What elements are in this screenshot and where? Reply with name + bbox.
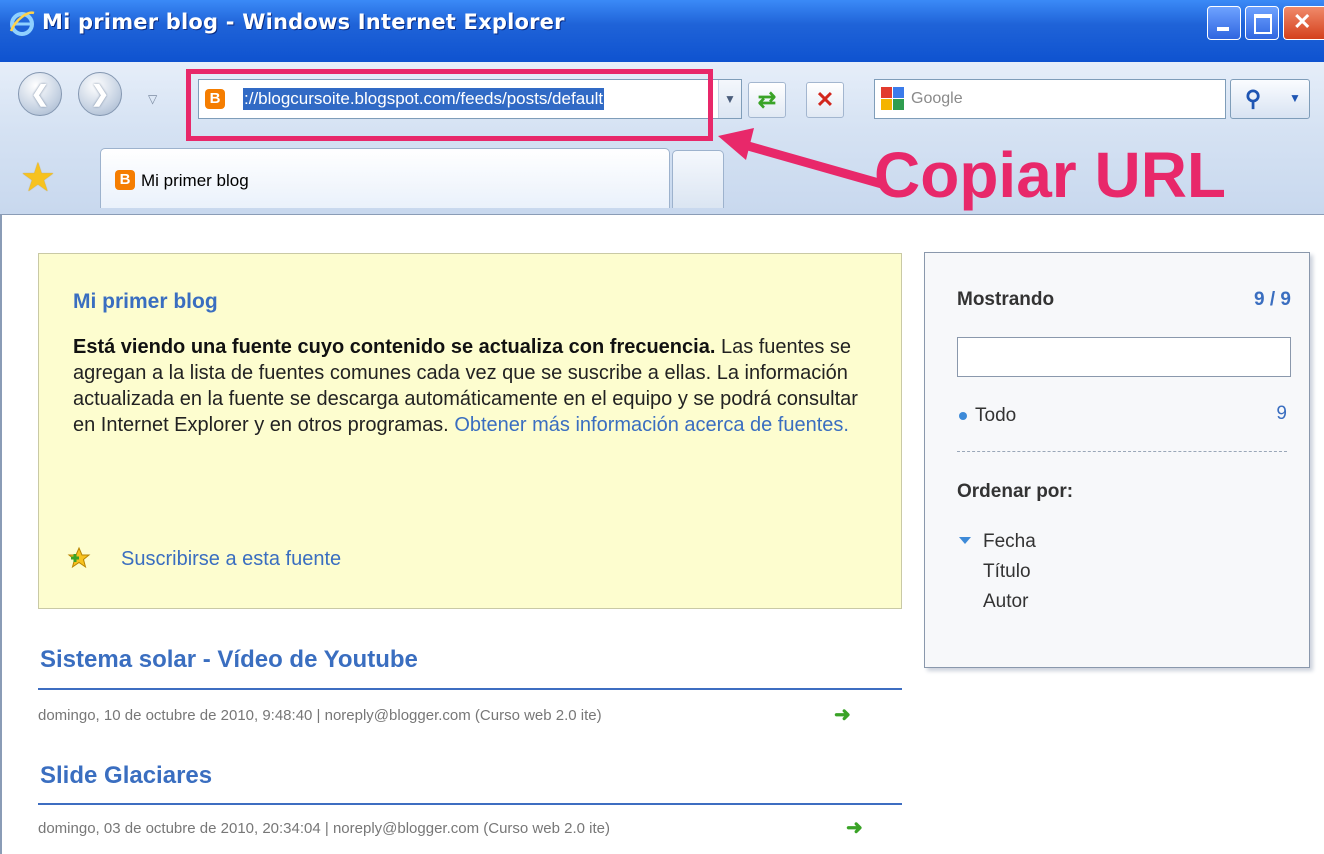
search-button[interactable]: ⚲ ▼	[1230, 79, 1310, 119]
more-info-link[interactable]: Obtener más información acerca de fuente…	[454, 414, 849, 436]
window-title: Mi primer blog - Windows Internet Explor…	[42, 10, 565, 34]
feed-description: Está viendo una fuente cuyo contenido se…	[73, 334, 883, 438]
chevron-down-icon[interactable]: ▼	[718, 80, 741, 118]
sort-by-date[interactable]: Fecha	[983, 531, 1036, 553]
post-divider	[38, 688, 902, 690]
close-window-button[interactable]	[1283, 6, 1324, 40]
url-highlight-box	[186, 69, 713, 141]
filter-all-count: 9	[1276, 403, 1287, 424]
feed-filter-panel: Mostrando 9 / 9 Todo 9 Ordenar por: Fech…	[924, 252, 1310, 668]
refresh-button[interactable]: ⇄	[748, 82, 786, 118]
divider	[957, 451, 1287, 452]
recent-pages-dropdown[interactable]: ▽	[148, 92, 157, 106]
filter-all-link[interactable]: Todo	[975, 405, 1016, 427]
bullet-icon	[959, 412, 967, 420]
stop-button[interactable]: ✕	[806, 82, 844, 118]
search-input[interactable]: Google	[874, 79, 1226, 119]
subscribe-link[interactable]: Suscribirse a esta fuente	[121, 548, 341, 571]
post-meta: domingo, 10 de octubre de 2010, 9:48:40 …	[38, 707, 602, 724]
post-title[interactable]: Slide Glaciares	[40, 762, 212, 790]
showing-count: 9 / 9	[1254, 289, 1291, 310]
post-divider	[38, 803, 902, 805]
arrow-right-icon: ❯	[90, 81, 110, 106]
post-meta: domingo, 03 de octubre de 2010, 20:34:04…	[38, 820, 610, 837]
feed-title: Mi primer blog	[73, 290, 218, 313]
blogger-icon: B	[115, 170, 135, 190]
filter-search-input[interactable]	[957, 337, 1291, 377]
back-button[interactable]: ❮	[18, 72, 62, 116]
annotation-arrow-icon	[718, 128, 887, 189]
subscribe-feed-icon	[67, 546, 91, 569]
favorites-star-icon[interactable]: ★	[20, 158, 56, 198]
minimize-button[interactable]	[1207, 6, 1241, 40]
window-title-bar[interactable]: Mi primer blog - Windows Internet Explor…	[0, 0, 1324, 70]
google-icon	[881, 87, 905, 111]
arrow-left-icon: ❮	[30, 81, 50, 106]
forward-button[interactable]: ❯	[78, 72, 122, 116]
copy-url-annotation: Copiar URL	[874, 139, 1226, 211]
search-placeholder: Google	[911, 90, 963, 107]
chevron-down-icon[interactable]: ▼	[1289, 91, 1301, 105]
go-arrow-icon[interactable]: ➜	[834, 702, 851, 727]
feed-description-bold: Está viendo una fuente cuyo contenido se…	[73, 336, 716, 358]
maximize-button[interactable]	[1245, 6, 1279, 40]
search-icon: ⚲	[1245, 86, 1262, 111]
post-title[interactable]: Sistema solar - Vídeo de Youtube	[40, 646, 418, 674]
internet-explorer-icon	[9, 11, 35, 36]
sort-by-author[interactable]: Autor	[983, 591, 1028, 613]
sort-heading: Ordenar por:	[957, 481, 1074, 502]
tab-label: Mi primer blog	[141, 171, 249, 190]
tab-mi-primer-blog[interactable]: B Mi primer blog	[100, 148, 670, 208]
go-arrow-icon[interactable]: ➜	[846, 815, 863, 840]
feed-info-box: Mi primer blog Está viendo una fuente cu…	[38, 253, 902, 609]
sort-descending-icon	[959, 537, 971, 544]
showing-label: Mostrando	[957, 289, 1055, 310]
sort-by-title[interactable]: Título	[983, 561, 1031, 583]
